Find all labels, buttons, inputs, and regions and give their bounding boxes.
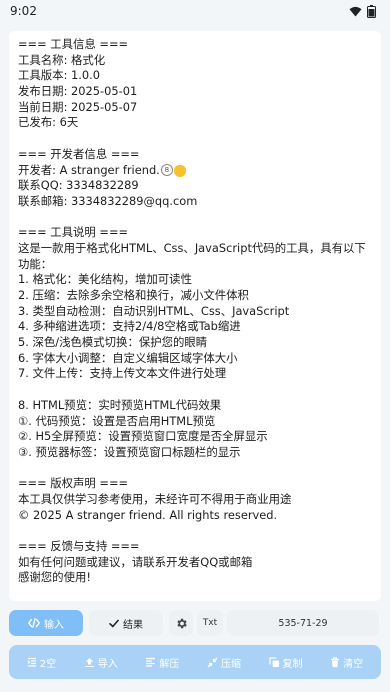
- indent-label: 2空: [39, 658, 57, 670]
- copy-icon: [268, 656, 279, 667]
- check-icon: [109, 619, 119, 628]
- trash-icon: [331, 656, 340, 667]
- gear-icon: [176, 618, 187, 628]
- decompress-button[interactable]: 解压: [141, 649, 183, 675]
- feature-line: 4. 多种缩进选项：支持2/4/8空格或Tab缩进: [18, 319, 241, 334]
- circle-icon: 8: [160, 164, 173, 177]
- tool-name-line: 工具名称: 格式化: [18, 52, 106, 67]
- clear-button[interactable]: 清空: [326, 649, 367, 675]
- import-button[interactable]: 导入: [80, 649, 122, 675]
- description-line: 这是一款用于格式化HTML、Css、JavaScript代码的工具，具有以下功能…: [18, 240, 366, 271]
- feature-line: 1. 格式化：美化结构，增加可读性: [18, 272, 192, 287]
- wifi-icon: [349, 6, 362, 16]
- thumbs-up-icon: [173, 165, 186, 178]
- mode-toolbar: 输入 结果 Txt 535-71-29: [9, 610, 381, 636]
- copyright-line: 本工具仅供学习参考使用，未经许可不得用于商业用途: [18, 491, 292, 506]
- preview-option-line: ③. 预览器标签：设置预览窗口标题栏的显示: [18, 444, 241, 459]
- preview-option-line: ②. H5全屏预览：设置预览窗口宽度是否全屏显示: [18, 429, 268, 444]
- settings-button[interactable]: [169, 610, 193, 636]
- battery-icon: [367, 4, 376, 18]
- compress-icon: [207, 657, 218, 667]
- size-stats-display: 535-71-29: [227, 610, 379, 636]
- status-bar: 9:02: [0, 0, 390, 22]
- feature-line: 7. 文件上传：支持上传文本文件进行处理: [18, 366, 227, 381]
- feedback-line: 感谢您的使用!: [18, 570, 91, 585]
- email-line: 联系邮箱: 3334832289@qq.com: [18, 193, 198, 208]
- copy-button[interactable]: 复制: [265, 649, 307, 675]
- code-icon: [28, 618, 40, 628]
- action-toolbar: 2空 导入 解压 压缩 复制 清空: [9, 645, 381, 679]
- tool-version-line: 工具版本: 1.0.0: [18, 68, 101, 83]
- preview-option-line: ①. 代码预览：设置是否启用HTML预览: [18, 413, 216, 428]
- decompress-label: 解压: [159, 658, 180, 670]
- clear-label: 清空: [343, 658, 364, 670]
- indent-icon: [27, 657, 36, 667]
- feature-line: 8. HTML预览：实时预览HTML代码效果: [18, 397, 222, 412]
- txt-button[interactable]: Txt: [197, 610, 223, 636]
- input-tab-label: 输入: [44, 619, 64, 631]
- feature-line: 6. 字体大小调整：自定义编辑区域字体大小: [18, 350, 238, 365]
- input-tab-button[interactable]: 输入: [9, 610, 83, 636]
- align-left-icon: [146, 657, 156, 667]
- size-stats-text: 535-71-29: [278, 617, 328, 629]
- feedback-line: 如有任何问题或建议，请联系开发者QQ或邮箱: [18, 554, 253, 569]
- status-icons: [349, 4, 376, 18]
- section-heading: === 开发者信息 ===: [18, 146, 140, 161]
- published-days-line: 已发布: 6天: [18, 115, 79, 130]
- section-heading: === 工具说明 ===: [18, 225, 129, 240]
- compress-label: 压缩: [220, 658, 241, 670]
- current-date-line: 当前日期: 2025-05-07: [18, 99, 138, 114]
- import-label: 导入: [97, 658, 118, 670]
- developer-line: 开发者: A stranger friend. 8: [18, 163, 372, 179]
- release-date-line: 发布日期: 2025-05-01: [18, 84, 138, 99]
- copyright-line: © 2025 A stranger friend. All rights res…: [18, 507, 278, 522]
- section-heading: === 反馈与支持 ===: [18, 539, 140, 554]
- compress-button[interactable]: 压缩: [203, 649, 245, 675]
- output-content: === 工具信息 === 工具名称: 格式化 工具版本: 1.0.0 发布日期:…: [18, 37, 372, 586]
- qq-line: 联系QQ: 3334832289: [18, 178, 139, 193]
- status-time: 9:02: [10, 4, 37, 18]
- indent-button[interactable]: 2空: [23, 649, 60, 675]
- feature-line: 2. 压缩：去除多余空格和换行，减小文件体积: [18, 288, 249, 303]
- section-heading: === 版权声明 ===: [18, 476, 129, 491]
- upload-icon: [84, 657, 94, 667]
- result-tab-button[interactable]: 结果: [89, 610, 163, 636]
- developer-text: 开发者: A stranger friend.: [18, 162, 160, 177]
- output-text-area[interactable]: === 工具信息 === 工具名称: 格式化 工具版本: 1.0.0 发布日期:…: [9, 31, 381, 601]
- section-heading: === 工具信息 ===: [18, 37, 129, 51]
- txt-label: Txt: [202, 618, 218, 628]
- feature-line: 5. 深色/浅色模式切换：保护您的眼睛: [18, 335, 208, 350]
- copy-label: 复制: [282, 658, 303, 670]
- result-tab-label: 结果: [123, 619, 143, 631]
- feature-line: 3. 类型自动检测：自动识别HTML、Css、JavaScript: [18, 303, 290, 318]
